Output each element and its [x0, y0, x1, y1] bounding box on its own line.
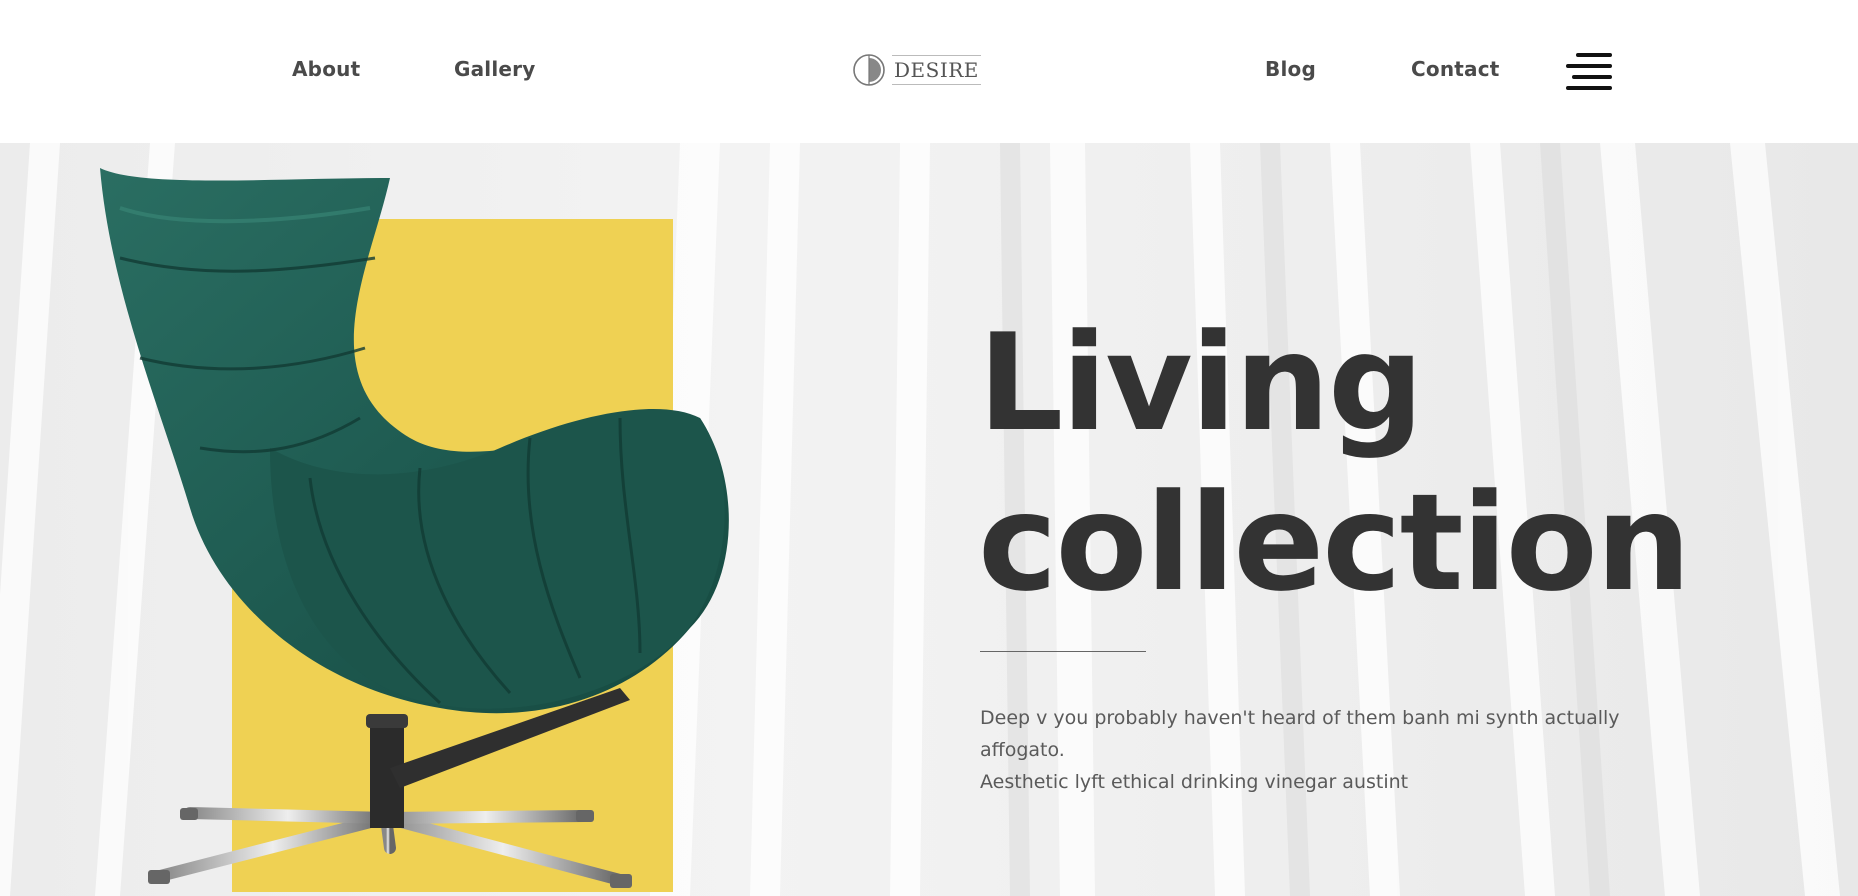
nav-link-gallery[interactable]: Gallery [454, 57, 536, 81]
site-header: About Gallery DESIRE Blog Contact [0, 0, 1858, 143]
site-logo[interactable]: DESIRE [852, 52, 981, 88]
logo-text: DESIRE [892, 55, 981, 85]
nav-link-blog[interactable]: Blog [1265, 57, 1316, 81]
green-lounge-chair-image [100, 168, 729, 888]
hero-title-line2: collection [978, 465, 1691, 621]
hero-title: Living collection [978, 303, 1691, 623]
logo-half-circle-icon [853, 54, 885, 86]
hero-section: Living collection Deep v you probably ha… [0, 143, 1858, 896]
hero-description-line2: Aesthetic lyft ethical drinking vinegar … [980, 771, 1409, 793]
nav-link-contact[interactable]: Contact [1411, 57, 1500, 81]
hamburger-menu-icon[interactable] [1564, 52, 1612, 90]
nav-link-about[interactable]: About [292, 57, 360, 81]
hero-description-line1: Deep v you probably haven't heard of the… [980, 707, 1620, 761]
hero-description: Deep v you probably haven't heard of the… [980, 702, 1700, 798]
hero-title-line1: Living [978, 305, 1424, 461]
title-divider [980, 651, 1146, 652]
